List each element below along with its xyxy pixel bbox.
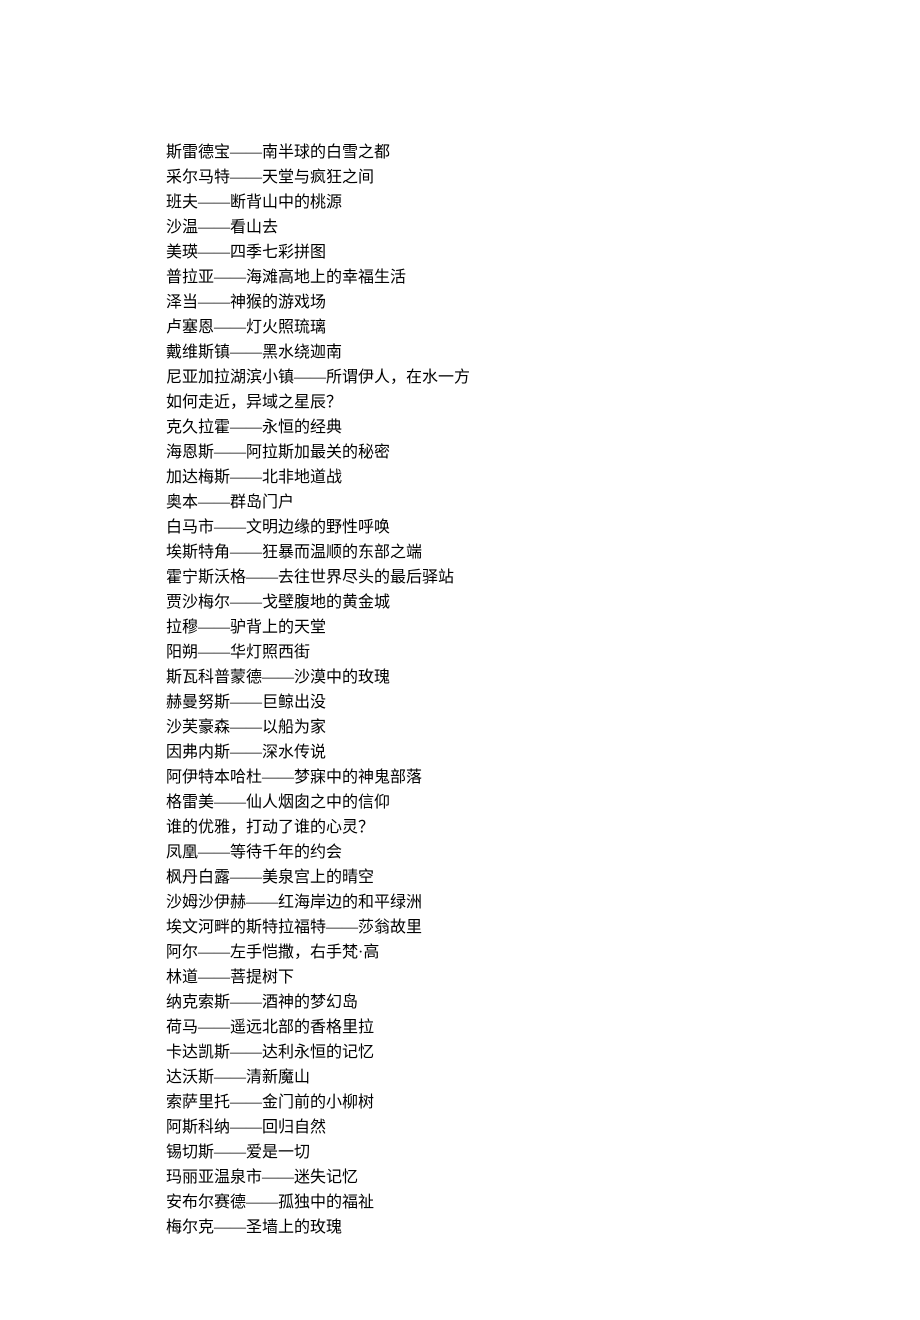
text-line: 埃文河畔的斯特拉福特——莎翁故里 — [166, 915, 920, 940]
text-line: 索萨里托——金门前的小柳树 — [166, 1090, 920, 1115]
text-line: 尼亚加拉湖滨小镇——所谓伊人，在水一方 — [166, 365, 920, 390]
text-line: 因弗内斯——深水传说 — [166, 740, 920, 765]
text-line: 奥本——群岛门户 — [166, 490, 920, 515]
text-line: 普拉亚——海滩高地上的幸福生活 — [166, 265, 920, 290]
text-line: 海恩斯——阿拉斯加最关的秘密 — [166, 440, 920, 465]
text-line: 泽当——神猴的游戏场 — [166, 290, 920, 315]
text-line: 锡切斯——爱是一切 — [166, 1140, 920, 1165]
text-line: 戴维斯镇——黑水绕迦南 — [166, 340, 920, 365]
text-line: 梅尔克——圣墙上的玫瑰 — [166, 1215, 920, 1240]
text-line: 沙芙豪森——以船为家 — [166, 715, 920, 740]
text-line: 贾沙梅尔——戈壁腹地的黄金城 — [166, 590, 920, 615]
text-line: 斯瓦科普蒙德——沙漠中的玫瑰 — [166, 665, 920, 690]
text-line: 卢塞恩——灯火照琉璃 — [166, 315, 920, 340]
text-line: 班夫——断背山中的桃源 — [166, 190, 920, 215]
text-line: 阿斯科纳——回归自然 — [166, 1115, 920, 1140]
text-line: 霍宁斯沃格——去往世界尽头的最后驿站 — [166, 565, 920, 590]
text-line: 安布尔赛德——孤独中的福祉 — [166, 1190, 920, 1215]
text-line: 美瑛——四季七彩拼图 — [166, 240, 920, 265]
text-line: 荷马——遥远北部的香格里拉 — [166, 1015, 920, 1040]
text-line: 斯雷德宝——南半球的白雪之都 — [166, 140, 920, 165]
text-line: 阿伊特本哈杜——梦寐中的神鬼部落 — [166, 765, 920, 790]
text-line: 沙姆沙伊赫——红海岸边的和平绿洲 — [166, 890, 920, 915]
text-line: 采尔马特——天堂与疯狂之间 — [166, 165, 920, 190]
text-line: 加达梅斯——北非地道战 — [166, 465, 920, 490]
text-line: 拉穆——驴背上的天堂 — [166, 615, 920, 640]
text-line: 阿尔——左手恺撒，右手梵·高 — [166, 940, 920, 965]
document-page: 斯雷德宝——南半球的白雪之都采尔马特——天堂与疯狂之间班夫——断背山中的桃源沙温… — [0, 0, 920, 1320]
text-line: 凤凰——等待千年的约会 — [166, 840, 920, 865]
text-line: 阳朔——华灯照西街 — [166, 640, 920, 665]
text-line: 达沃斯——清新魔山 — [166, 1065, 920, 1090]
text-line: 沙温——看山去 — [166, 215, 920, 240]
text-line: 赫曼努斯——巨鲸出没 — [166, 690, 920, 715]
text-line: 枫丹白露——美泉宫上的晴空 — [166, 865, 920, 890]
text-line: 卡达凯斯——达利永恒的记忆 — [166, 1040, 920, 1065]
text-line: 埃斯特角——狂暴而温顺的东部之端 — [166, 540, 920, 565]
text-line: 林道——菩提树下 — [166, 965, 920, 990]
text-line: 克久拉霍——永恒的经典 — [166, 415, 920, 440]
text-line: 如何走近，异域之星辰？ — [166, 390, 920, 415]
text-line: 玛丽亚温泉市——迷失记忆 — [166, 1165, 920, 1190]
text-content: 斯雷德宝——南半球的白雪之都采尔马特——天堂与疯狂之间班夫——断背山中的桃源沙温… — [166, 140, 920, 1240]
text-line: 白马市——文明边缘的野性呼唤 — [166, 515, 920, 540]
text-line: 纳克索斯——酒神的梦幻岛 — [166, 990, 920, 1015]
text-line: 格雷美——仙人烟囱之中的信仰 — [166, 790, 920, 815]
text-line: 谁的优雅，打动了谁的心灵？ — [166, 815, 920, 840]
